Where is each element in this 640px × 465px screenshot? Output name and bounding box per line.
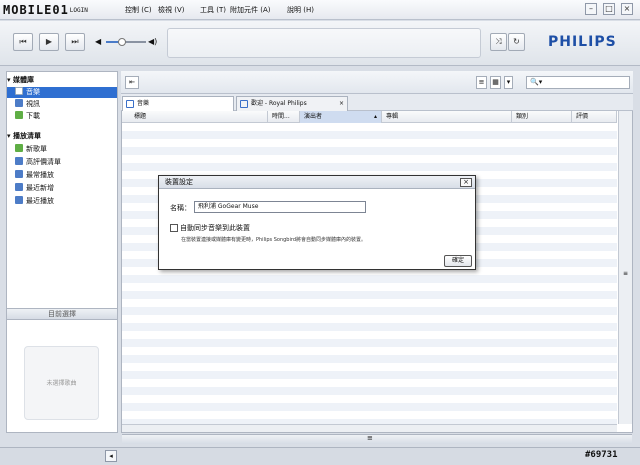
status-bar: ◂ xyxy=(0,447,640,465)
repeat-button[interactable]: ↻ xyxy=(508,33,525,51)
playlist-icon xyxy=(15,157,23,165)
volume-high-icon: ◀) xyxy=(148,37,158,46)
next-icon: ⏭ xyxy=(71,37,79,46)
vertical-scrollbar[interactable]: ≡ xyxy=(618,111,632,424)
dialog-title: 裝置設定 xyxy=(159,176,475,189)
sidebar-item-video[interactable]: 視訊 xyxy=(7,99,117,110)
toggle-sidebar-button[interactable]: ◂ xyxy=(105,450,117,462)
volume-slider-knob[interactable] xyxy=(118,38,126,46)
close-tab-icon[interactable]: × xyxy=(339,97,344,111)
grid-view-button[interactable]: ▦ xyxy=(490,76,501,89)
shuffle-button[interactable]: ⤨ xyxy=(490,33,507,51)
sidebar-item-recently-added[interactable]: 最近新增 xyxy=(7,183,117,194)
dialog-close-button[interactable]: × xyxy=(460,178,472,187)
minimize-button[interactable]: – xyxy=(585,3,597,15)
shuffle-icon: ⤨ xyxy=(495,37,502,46)
sidebar-item-music[interactable]: 音樂 xyxy=(7,87,117,98)
scroll-grip-icon[interactable]: ≡ xyxy=(621,270,630,278)
current-selection-header[interactable]: 目前選擇 xyxy=(6,308,118,320)
tab-music[interactable]: 音樂 xyxy=(122,96,234,111)
tab-welcome[interactable]: 歡迎 - Royal Philips × xyxy=(236,96,348,111)
column-title[interactable]: 標題 xyxy=(130,111,268,123)
web-page-icon xyxy=(240,100,248,108)
back-icon: ⇤ xyxy=(129,78,135,86)
column-time[interactable]: 時間... xyxy=(268,111,300,123)
playlist-header[interactable]: ▾ 播放清單 xyxy=(7,131,117,142)
close-window-button[interactable]: × xyxy=(621,3,633,15)
menu-tools[interactable]: 工具 (T) xyxy=(200,5,226,15)
now-playing-display xyxy=(167,28,481,58)
video-icon xyxy=(15,99,23,107)
list-view-icon: ≡ xyxy=(478,78,485,86)
logo-sub-text: LOGIN xyxy=(69,6,88,14)
column-rating[interactable]: 評價 xyxy=(572,111,617,123)
music-icon xyxy=(15,87,23,95)
sidebar-item-recently-played[interactable]: 最近播放 xyxy=(7,196,117,207)
menu-addons[interactable]: 附加元件 (A) xyxy=(230,5,270,15)
volume-low-icon: ◀ xyxy=(95,37,102,46)
horizontal-scrollbar[interactable] xyxy=(122,424,617,432)
maximize-button[interactable]: □ xyxy=(603,3,615,15)
column-header-row: 標題 時間... 演出者 ▴ 專輯 類別 評價 xyxy=(122,111,617,123)
search-input[interactable]: 🔍▾ xyxy=(526,76,630,89)
next-button[interactable]: ⏭ xyxy=(65,33,85,51)
menu-view[interactable]: 檢視 (V) xyxy=(158,5,184,15)
search-icon: 🔍▾ xyxy=(530,78,543,86)
previous-button[interactable]: ⏮ xyxy=(13,33,33,51)
back-button[interactable]: ⇤ xyxy=(125,76,139,89)
repeat-icon: ↻ xyxy=(513,37,520,46)
menu-control[interactable]: 控制 (C) xyxy=(125,5,152,15)
sidebar-item-download[interactable]: 下載 xyxy=(7,111,117,122)
auto-sync-checkbox[interactable] xyxy=(170,224,178,232)
sidebar-item-most-played[interactable]: 最常播放 xyxy=(7,170,117,181)
logo-text: MOBILE01 xyxy=(3,3,69,17)
sidebar-item-new-playlist[interactable]: 新歌單 xyxy=(7,144,117,155)
track-list[interactable] xyxy=(122,123,617,424)
add-playlist-icon xyxy=(15,144,23,152)
play-button[interactable]: ▶ xyxy=(39,33,59,51)
sidebar-item-top-rated[interactable]: 高評價清單 xyxy=(7,157,117,168)
playlist-icon xyxy=(15,183,23,191)
sort-ascending-icon: ▴ xyxy=(373,113,377,120)
auto-sync-description: 在當裝置連接或媒體庫有變更時，Philips Songbird將會自動同步媒體庫… xyxy=(181,237,367,243)
chevron-down-icon: ▾ xyxy=(506,78,511,86)
previous-icon: ⏮ xyxy=(19,37,27,46)
download-icon xyxy=(15,111,23,119)
play-icon: ▶ xyxy=(45,37,53,46)
playlist-icon xyxy=(15,196,23,204)
playlist-icon xyxy=(15,170,23,178)
device-name-label: 名稱： xyxy=(170,204,191,212)
column-genre[interactable]: 類別 xyxy=(512,111,572,123)
list-view-button[interactable]: ≡ xyxy=(476,76,487,89)
menu-help[interactable]: 說明 (H) xyxy=(287,5,314,15)
menubar xyxy=(0,0,640,20)
main-footer: ≡ xyxy=(122,434,632,444)
music-icon xyxy=(126,100,134,108)
column-artist[interactable]: 演出者 ▴ xyxy=(300,111,382,123)
view-menu-button[interactable]: ▾ xyxy=(504,76,513,89)
no-selection-placeholder: 未選擇歌曲 xyxy=(24,346,99,420)
device-name-input[interactable]: 飛利浦 GoGear Muse xyxy=(194,201,366,213)
philips-brand-logo: PHILIPS xyxy=(548,34,617,50)
auto-sync-label: 自動同步音樂到此裝置 xyxy=(180,224,250,232)
ok-button[interactable]: 確定 xyxy=(444,255,472,267)
close-icon: × xyxy=(463,178,469,186)
resize-grip-icon[interactable]: ≡ xyxy=(367,434,373,442)
column-album[interactable]: 專輯 xyxy=(382,111,512,123)
watermark-text: #69731 xyxy=(585,450,618,460)
grid-view-icon: ▦ xyxy=(492,78,499,86)
library-header[interactable]: ▾ 媒體庫 xyxy=(7,75,117,86)
mobile01-logo: MOBILE01 LOGIN xyxy=(3,1,88,19)
